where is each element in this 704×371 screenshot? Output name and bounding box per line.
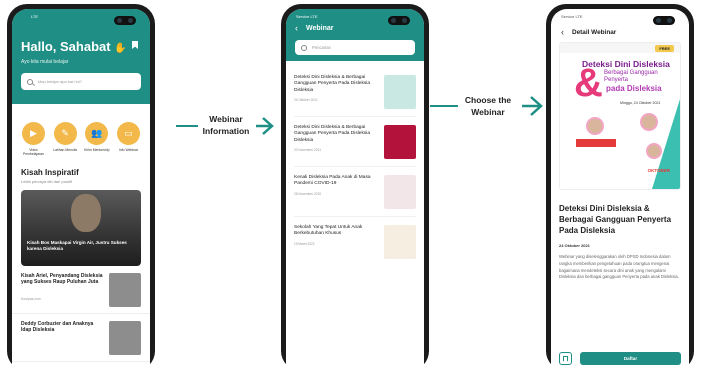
webinar-list: Deteksi Dini Disleksia & Berbagai Ganggu…: [286, 61, 424, 267]
ampersand-graphic: &: [574, 61, 603, 105]
poster-month: OKTOBER: [647, 168, 670, 173]
play-icon: ▶: [22, 122, 45, 145]
news-thumbnail: [109, 321, 141, 355]
list-item[interactable]: Kisah Ariel, Penyandang Disleksia yang S…: [12, 266, 150, 314]
webinar-date: 28 November 2020: [294, 191, 322, 196]
wave-icon: ✋: [114, 43, 127, 54]
feature-menu: ▶ Video Pembelajaran ✎ Latihan Menulis 👥…: [12, 104, 150, 156]
webinar-date: 24 Oktober 2021: [559, 243, 590, 248]
webinar-thumbnail: [384, 175, 416, 209]
webinar-list-screen: Service LTE ‹ Webinar Pencarian Deteksi …: [286, 9, 424, 371]
list-item[interactable]: Deddy Corbuzier dan Anaknya Idap Disleks…: [12, 314, 150, 362]
poster-register-strip: [576, 139, 616, 147]
register-button[interactable]: Daftar: [580, 352, 681, 365]
webinar-list-item[interactable]: Deteksi Dini Disleksia & Berbagai Ganggu…: [294, 117, 416, 167]
webinar-date: 20 November 2021: [294, 148, 322, 153]
webinar-poster: FREE & Deteksi Dini Disleksia Berbagai G…: [559, 42, 681, 190]
search-input[interactable]: Mau belajar apa hari ini?: [21, 73, 141, 90]
webinar-date: 19 Maret 2022: [294, 241, 315, 246]
search-icon: [301, 44, 307, 51]
featured-story-title: Kisah Bos Maskapai Virgin Air, Justru Su…: [27, 240, 127, 251]
webinar-title: Deteksi Dini Disleksia & Berbagai Ganggu…: [294, 125, 370, 143]
arrow-right-icon: [176, 117, 274, 135]
menu-label: Video Pembelajaran: [23, 148, 44, 156]
webinar-description: Webinar yang diselenggarakan oleh DPSD I…: [559, 254, 679, 280]
news-title: Kisah Ariel, Penyandang Disleksia yang S…: [21, 273, 103, 286]
people-icon: 👥: [85, 122, 109, 145]
poster-date: Minggu, 24 Oktober 2021: [620, 101, 661, 105]
webinar-title: Kenali Disleksia Pada Anak di Masa Pande…: [294, 175, 371, 187]
webinar-detail-screen: Service LTE ‹ Detail Webinar FREE & Dete…: [551, 9, 689, 371]
camera-notch: [114, 16, 136, 25]
webinar-title: Deteksi Dini Disleksia & Berbagai Ganggu…: [294, 75, 370, 93]
webinar-thumbnail: [384, 225, 416, 259]
news-thumbnail: [109, 273, 141, 307]
menu-label: Info Webinar: [118, 148, 139, 152]
menu-label: Latihan Menulis: [53, 148, 78, 152]
webinar-thumbnail: [384, 125, 416, 159]
search-placeholder: Pencarian: [312, 45, 331, 50]
webinar-list-item[interactable]: Deteksi Dini Disleksia & Berbagai Ganggu…: [294, 67, 416, 117]
speaker-photo: [586, 117, 604, 135]
menu-item-webinar[interactable]: ▭ Info Webinar: [115, 122, 142, 156]
news-source: Kompas.com: [21, 296, 41, 301]
featured-story-card[interactable]: Kisah Bos Maskapai Virgin Air, Justru Su…: [21, 190, 141, 266]
menu-label: Kirim Mentorship: [84, 148, 110, 152]
detail-footer: Daftar: [559, 352, 681, 365]
webinar-title: Deteksi Dini Disleksia & Berbagai Ganggu…: [559, 204, 672, 235]
bookmark-button[interactable]: [559, 352, 572, 365]
arrow-right-icon: [430, 96, 543, 116]
webinar-list-item[interactable]: Sekolah Yang Tepat Untuk Anak Berkebutuh…: [294, 217, 416, 267]
search-icon: [27, 78, 33, 85]
webinar-date: 24 Oktober 2021: [294, 98, 318, 103]
back-arrow-icon[interactable]: ‹: [561, 27, 564, 37]
section-subtitle: Lebih percaya diri dan positif: [21, 179, 72, 184]
home-screen: LTE Hallo, Sahabat ✋ Ayo kita mulai bela…: [12, 9, 150, 371]
webinar-list-item[interactable]: Kenali Disleksia Pada Anak di Masa Pande…: [294, 167, 416, 217]
search-placeholder: Mau belajar apa hari ini?: [38, 79, 82, 84]
speaker-photo: [640, 113, 658, 131]
free-badge: FREE: [655, 45, 674, 52]
news-title: Deddy Corbuzier dan Anaknya Idap Disleks…: [21, 321, 94, 334]
phone-webinar-detail: Service LTE ‹ Detail Webinar FREE & Dete…: [546, 4, 694, 371]
greeting-text: Hallo, Sahabat: [21, 39, 111, 54]
camera-notch: [653, 16, 675, 25]
speaker-photo: [646, 143, 662, 159]
search-input[interactable]: Pencarian: [295, 40, 415, 55]
greeting: Hallo, Sahabat ✋: [21, 39, 141, 54]
phone-webinar-list: Service LTE ‹ Webinar Pencarian Deteksi …: [281, 4, 429, 371]
webinar-title: Sekolah Yang Tepat Untuk Anak Berkebutuh…: [294, 225, 363, 237]
pencil-icon: ✎: [53, 122, 77, 145]
back-arrow-icon[interactable]: ‹: [295, 23, 298, 33]
webinar-thumbnail: [384, 75, 416, 109]
menu-item-video[interactable]: ▶ Video Pembelajaran: [20, 122, 47, 156]
monitor-icon: ▭: [116, 122, 140, 145]
menu-item-mentorship[interactable]: 👥 Kirim Mentorship: [83, 122, 110, 156]
poster-title-line1: Deteksi Dini Disleksia: [582, 59, 670, 69]
bookmark-icon: [563, 355, 568, 362]
camera-notch: [388, 16, 410, 25]
story-photo: [71, 194, 101, 232]
poster-title-line2: Berbagai Gangguan Penyerta: [604, 70, 658, 83]
menu-item-latihan[interactable]: ✎ Latihan Menulis: [52, 122, 79, 156]
greeting-subtitle: Ayo kita mulai belajar: [21, 59, 69, 65]
page-title: Detail Webinar: [572, 28, 617, 36]
poster-title-line3: pada Disleksia: [606, 84, 662, 93]
page-title: Webinar: [306, 24, 334, 32]
section-title: Kisah Inspiratif: [21, 168, 79, 177]
phone-home: LTE Hallo, Sahabat ✋ Ayo kita mulai bela…: [7, 4, 155, 371]
